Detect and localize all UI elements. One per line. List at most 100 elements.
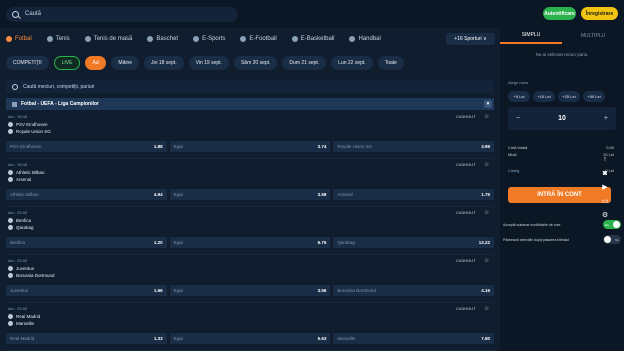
odd-value: 7.80 <box>481 336 491 341</box>
odd-label: Borussia Dortmund <box>337 288 376 293</box>
sport-tab-ebasketball[interactable]: E-Basketball <box>291 36 334 42</box>
sport-label: Fotbal <box>15 36 32 42</box>
keep-selections-toggle[interactable]: Nu <box>603 235 621 244</box>
odd-home[interactable]: PSV Eindhoven 1.88 <box>6 141 167 152</box>
login-button[interactable]: Autentificare <box>543 7 576 20</box>
filter-date-18[interactable]: Joi 18 sept. <box>144 55 184 70</box>
sport-tab-basketball[interactable]: Baschet <box>147 36 178 42</box>
competition-header[interactable]: Fotbal - UEFA - Liga Campionilor ▾ <box>6 98 494 110</box>
favorite-star-icon[interactable]: ☆ <box>484 113 489 120</box>
odd-away[interactable]: Borussia Dortmund 4.16 <box>333 285 495 296</box>
odds-row: Benfica 1.20 Egal 6.75 Qarabag 13.22 <box>6 237 495 248</box>
odd-away[interactable]: Qarabag 13.22 <box>333 237 495 248</box>
sport-tab-tennis[interactable]: Tenis <box>46 36 70 42</box>
arrow-up-icon[interactable]: ↑ <box>599 153 611 165</box>
search-icon <box>12 10 19 18</box>
odd-draw[interactable]: Egal 3.74 <box>169 141 331 152</box>
odd-home[interactable]: Juventus 1.66 <box>6 285 167 296</box>
toggle-knob <box>604 236 611 243</box>
cashout-badge: CASHOUT <box>456 306 476 311</box>
camera-icon[interactable]: ◙ <box>599 167 611 179</box>
team-name: Juventus <box>16 266 35 271</box>
odd-home[interactable]: Athletic Bilbao 4.94 <box>6 189 167 200</box>
odd-value: 5.63 <box>317 336 327 341</box>
team-crest-icon <box>8 170 13 175</box>
login-to-bet-button[interactable]: INTRĂ ÎN CONT <box>508 187 611 203</box>
match-row: Azi - 22:00 Juventus Borussia Dortmund C… <box>6 255 495 303</box>
odd-value: 1.33 <box>153 336 163 341</box>
team-name: Athletic Bilbao <box>16 170 45 175</box>
filter-all[interactable]: Toate <box>377 55 404 70</box>
stake-stepper[interactable]: − 10 + <box>508 107 616 130</box>
filter-date-22[interactable]: Lun 22 sept. <box>331 55 373 70</box>
filter-date-21[interactable]: Dum 21 sept. <box>282 55 327 70</box>
search-bar[interactable]: Caută <box>6 6 238 22</box>
team-name: Real Madrid <box>16 314 41 319</box>
match-row: Azi - 22:00 Real Madrid Marseille CASHOU… <box>6 303 495 351</box>
favorite-star-icon[interactable]: ☆ <box>484 257 489 264</box>
team-name: Arsenal <box>16 177 32 182</box>
stake-value[interactable]: 10 <box>558 115 566 122</box>
sport-tab-esports[interactable]: E-Sports <box>193 36 225 42</box>
match-row: Azi - 22:00 Benfica Qarabag CASHOUT ☆ Be… <box>6 207 495 255</box>
win-label: Câștig <box>508 168 520 173</box>
odd-draw[interactable]: Egal 3.58 <box>169 189 331 200</box>
odd-draw[interactable]: Egal 3.56 <box>169 285 331 296</box>
sport-tab-handball[interactable]: Handbal <box>349 36 381 42</box>
odd-value: 3.74 <box>317 144 327 149</box>
collapse-icon[interactable]: ▾ <box>484 100 492 108</box>
odd-away[interactable]: Royale Union SG 3.99 <box>333 141 495 152</box>
register-button[interactable]: Înregistrare <box>581 7 618 20</box>
odd-draw[interactable]: Egal 6.75 <box>169 237 331 248</box>
quick-stake-50[interactable]: +50 Lei <box>583 91 605 102</box>
favorite-star-icon[interactable]: ☆ <box>484 209 489 216</box>
filter-live[interactable]: LIVE <box>53 55 81 70</box>
filter-today[interactable]: Azi <box>85 55 107 70</box>
more-sports-dropdown[interactable]: +16 Sporturi ∨ <box>446 33 495 45</box>
sport-tab-table-tennis[interactable]: Tenis de masă <box>84 36 132 42</box>
team-name: Borussia Dortmund <box>16 273 55 278</box>
filter-date-19[interactable]: Vin 19 sept. <box>188 55 229 70</box>
filter-tomorrow[interactable]: Mâine <box>111 55 140 70</box>
team-name: Qarabag <box>16 225 34 230</box>
odd-home[interactable]: Real Madrid 1.33 <box>6 333 167 344</box>
tab-multiple[interactable]: MULTIPLU <box>562 28 624 44</box>
plus-icon[interactable]: + <box>604 115 608 122</box>
odd-draw[interactable]: Egal 5.63 <box>169 333 331 344</box>
odd-label: Qarabag <box>337 240 355 245</box>
favorite-star-icon[interactable]: ☆ <box>484 161 489 168</box>
document-icon[interactable]: ▭ <box>599 195 611 207</box>
event-search-input[interactable]: Caută meciuri, competiții, pariuri <box>6 80 494 93</box>
odd-away[interactable]: Arsenal 1.75 <box>333 189 495 200</box>
total-odds-row: Cotă totală 0.00 <box>508 145 614 150</box>
odd-value: 1.75 <box>481 192 491 197</box>
sport-tab-efootball[interactable]: E-Football <box>240 36 277 42</box>
team-crest-icon <box>8 177 13 182</box>
tennis-icon <box>46 36 53 42</box>
odd-value: 1.20 <box>153 240 163 245</box>
sport-tab-football[interactable]: Fotbal <box>6 36 32 42</box>
quick-stake-5[interactable]: +5 Lei <box>508 91 530 102</box>
stake-sum-label: Miză <box>508 152 517 157</box>
quick-stake-10[interactable]: +10 Lei <box>533 91 555 102</box>
quick-stake-25[interactable]: +25 Lei <box>558 91 580 102</box>
gear-icon[interactable]: ⚙ <box>599 209 611 221</box>
odd-label: Egal <box>173 288 183 293</box>
home-team: Benfica <box>8 218 31 223</box>
odds-row: PSV Eindhoven 1.88 Egal 3.74 Royale Union … <box>6 141 495 152</box>
favorite-star-icon[interactable]: ☆ <box>484 305 489 312</box>
filter-competitions[interactable]: COMPETIȚII <box>6 55 49 70</box>
total-odds-label: Cotă totală <box>508 145 528 150</box>
minus-icon[interactable]: − <box>516 115 520 122</box>
tab-single[interactable]: SIMPLU <box>500 28 562 44</box>
odd-label: Egal <box>173 192 183 197</box>
cashout-badge: CASHOUT <box>456 162 476 167</box>
odd-away[interactable]: Marseille 7.80 <box>333 333 495 344</box>
odd-label: Arsenal <box>337 192 353 197</box>
efootball-icon <box>240 36 247 42</box>
video-icon[interactable]: ▶ <box>599 181 611 193</box>
football-icon <box>6 36 12 42</box>
odds-row: Real Madrid 1.33 Egal 5.63 Marseille 7.80 <box>6 333 495 344</box>
filter-date-20[interactable]: Sâm 20 sept. <box>233 55 278 70</box>
odd-home[interactable]: Benfica 1.20 <box>6 237 167 248</box>
